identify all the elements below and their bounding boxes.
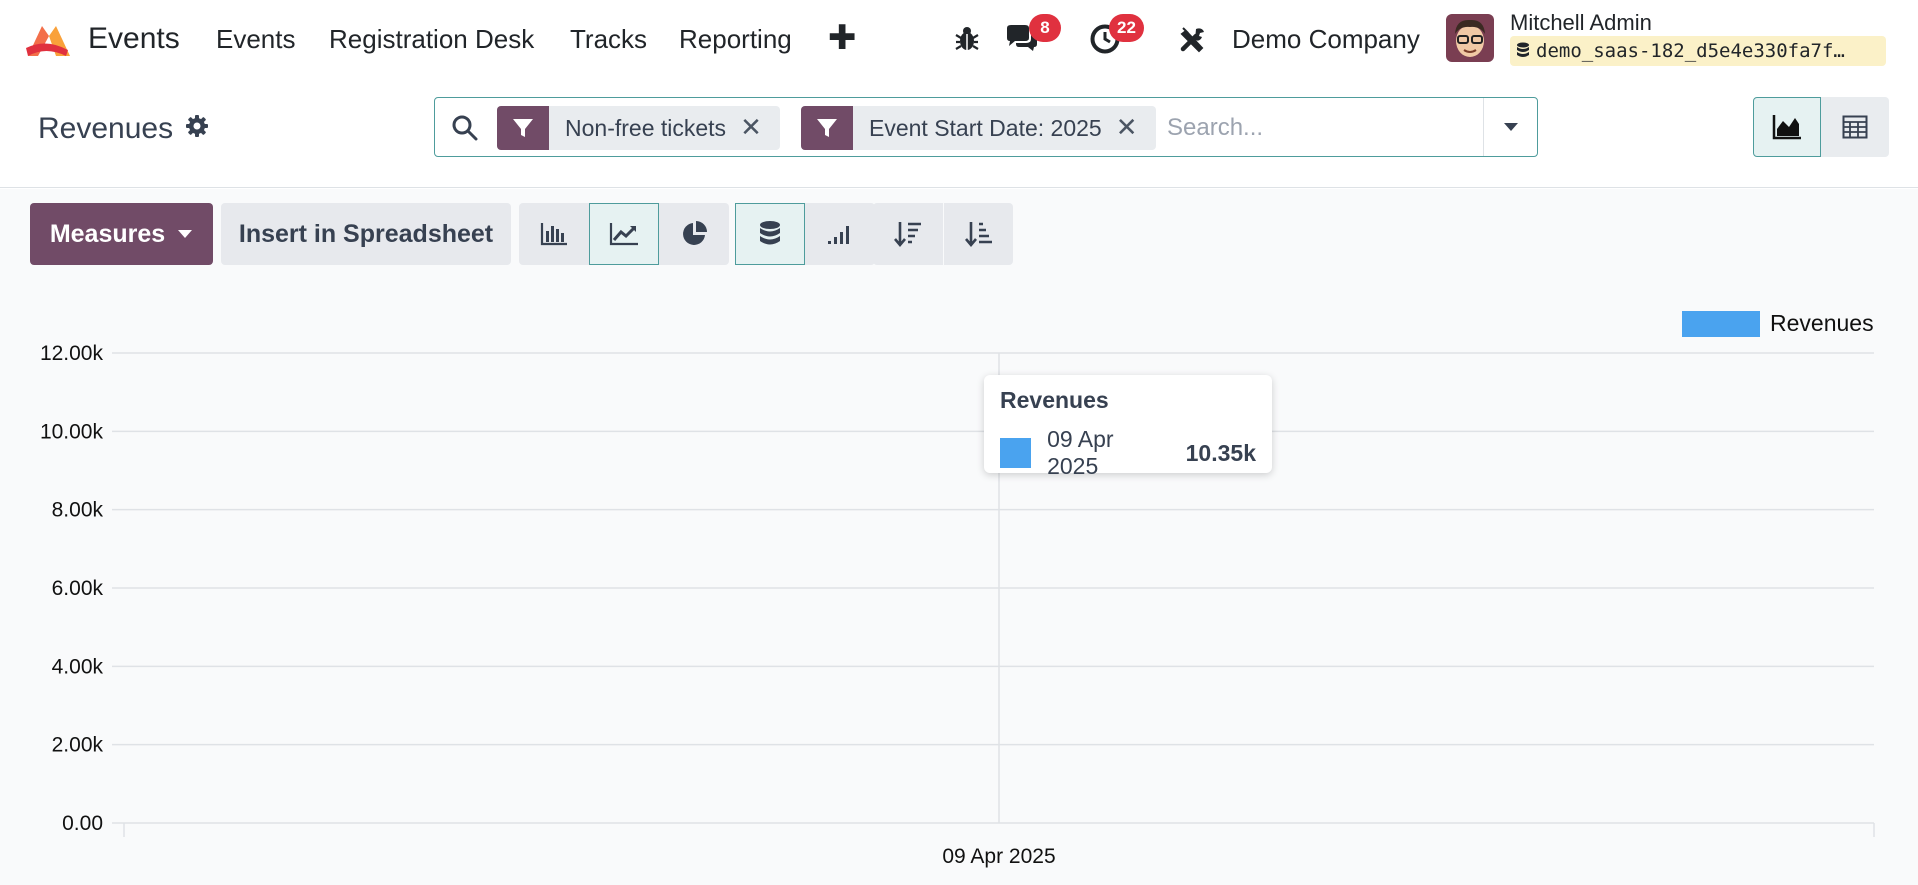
search-bar[interactable]: Non-free tickets ✕ Event Start Date: 202… [434, 97, 1538, 157]
table-grid-icon [1842, 115, 1868, 139]
top-navbar: Events Events Registration Desk Tracks R… [0, 0, 1918, 80]
menu-events[interactable]: Events [216, 24, 296, 55]
search-facet-non-free[interactable]: Non-free tickets ✕ [497, 106, 781, 150]
menu-registration-desk[interactable]: Registration Desk [329, 24, 534, 55]
database-name: demo_saas-182_d5e4e330fa7f… [1510, 36, 1886, 66]
y-tick-label: 10.00k [40, 420, 104, 443]
remove-facet-close-icon[interactable]: ✕ [740, 106, 780, 150]
menu-tracks[interactable]: Tracks [570, 24, 647, 55]
revenues-line-chart: 0.00 2.00k 4.00k 6.00k 8.00k 10.00k 12.00k 09 A… [40, 310, 1875, 868]
breadcrumb: Revenues [38, 112, 209, 146]
pie-chart-icon [683, 221, 707, 245]
legend-label: Revenues [1770, 310, 1874, 336]
search-facet-event-start-date[interactable]: Event Start Date: 2025 ✕ [801, 106, 1156, 150]
new-menu-plus-icon[interactable]: ✚ [828, 20, 857, 56]
view-switcher [1753, 97, 1889, 157]
search-icon[interactable] [451, 114, 479, 142]
activities-count-badge: 22 [1109, 14, 1144, 42]
tooltip-title: Revenues [1000, 387, 1109, 413]
debug-bug-icon[interactable] [950, 22, 984, 56]
graph-view-button[interactable] [1753, 97, 1821, 157]
measures-label: Measures [49, 219, 166, 248]
gear-icon[interactable] [185, 112, 209, 146]
company-switcher[interactable]: Demo Company [1232, 24, 1420, 55]
filter-icon [497, 106, 549, 150]
filter-icon [801, 106, 853, 150]
messages-count-badge: 8 [1029, 14, 1061, 42]
chart-tooltip: Revenues 09 Apr 2025 10.35k [984, 375, 1272, 479]
page-title: Revenues [38, 112, 174, 145]
area-chart-icon [1772, 115, 1801, 140]
menu-reporting[interactable]: Reporting [679, 24, 792, 55]
pivot-view-button[interactable] [1821, 97, 1889, 157]
y-tick-label: 4.00k [52, 655, 104, 678]
tooltip-color-swatch [1000, 438, 1032, 468]
sort-desc-icon [894, 222, 921, 248]
control-panel: Revenues Non-free tickets ✕ Event Start … [0, 80, 1918, 188]
y-tick-label: 12.00k [40, 342, 104, 365]
database-icon [1517, 42, 1529, 57]
settings-tools-icon[interactable] [1176, 22, 1210, 56]
user-name[interactable]: Mitchell Admin [1510, 10, 1652, 36]
tooltip-value: 10.35k [1185, 439, 1256, 466]
app-name[interactable]: Events [88, 22, 180, 56]
y-tick-label: 8.00k [52, 499, 104, 522]
y-tick-label: 0.00 [62, 812, 103, 835]
caret-down-icon [1503, 123, 1518, 131]
x-tick-label: 09 Apr 2025 [942, 845, 1055, 868]
caret-down-icon [178, 230, 193, 238]
legend-swatch [1682, 311, 1760, 337]
bar-chart-icon [540, 223, 567, 246]
signal-bars-icon [828, 226, 849, 244]
events-app-logo-icon[interactable] [22, 20, 74, 60]
database-stack-icon [760, 221, 780, 245]
search-options-toggle[interactable] [1483, 98, 1537, 156]
facet-label: Event Start Date: 2025 [869, 115, 1102, 141]
y-tick-label: 6.00k [52, 577, 104, 600]
database-name-text: demo_saas-182_d5e4e330fa7f… [1536, 40, 1845, 62]
line-chart-icon [609, 223, 638, 246]
tooltip-label: 09 Apr 2025 [1047, 426, 1114, 479]
user-avatar[interactable] [1446, 14, 1494, 62]
facet-label: Non-free tickets [565, 115, 727, 141]
sort-asc-icon [964, 222, 992, 248]
remove-facet-close-icon[interactable]: ✕ [1116, 106, 1156, 150]
search-input[interactable] [1167, 108, 1467, 148]
graph-view: Measures Insert in Spreadsheet 0.00 2.00… [0, 189, 1918, 885]
y-tick-label: 2.00k [52, 734, 104, 757]
